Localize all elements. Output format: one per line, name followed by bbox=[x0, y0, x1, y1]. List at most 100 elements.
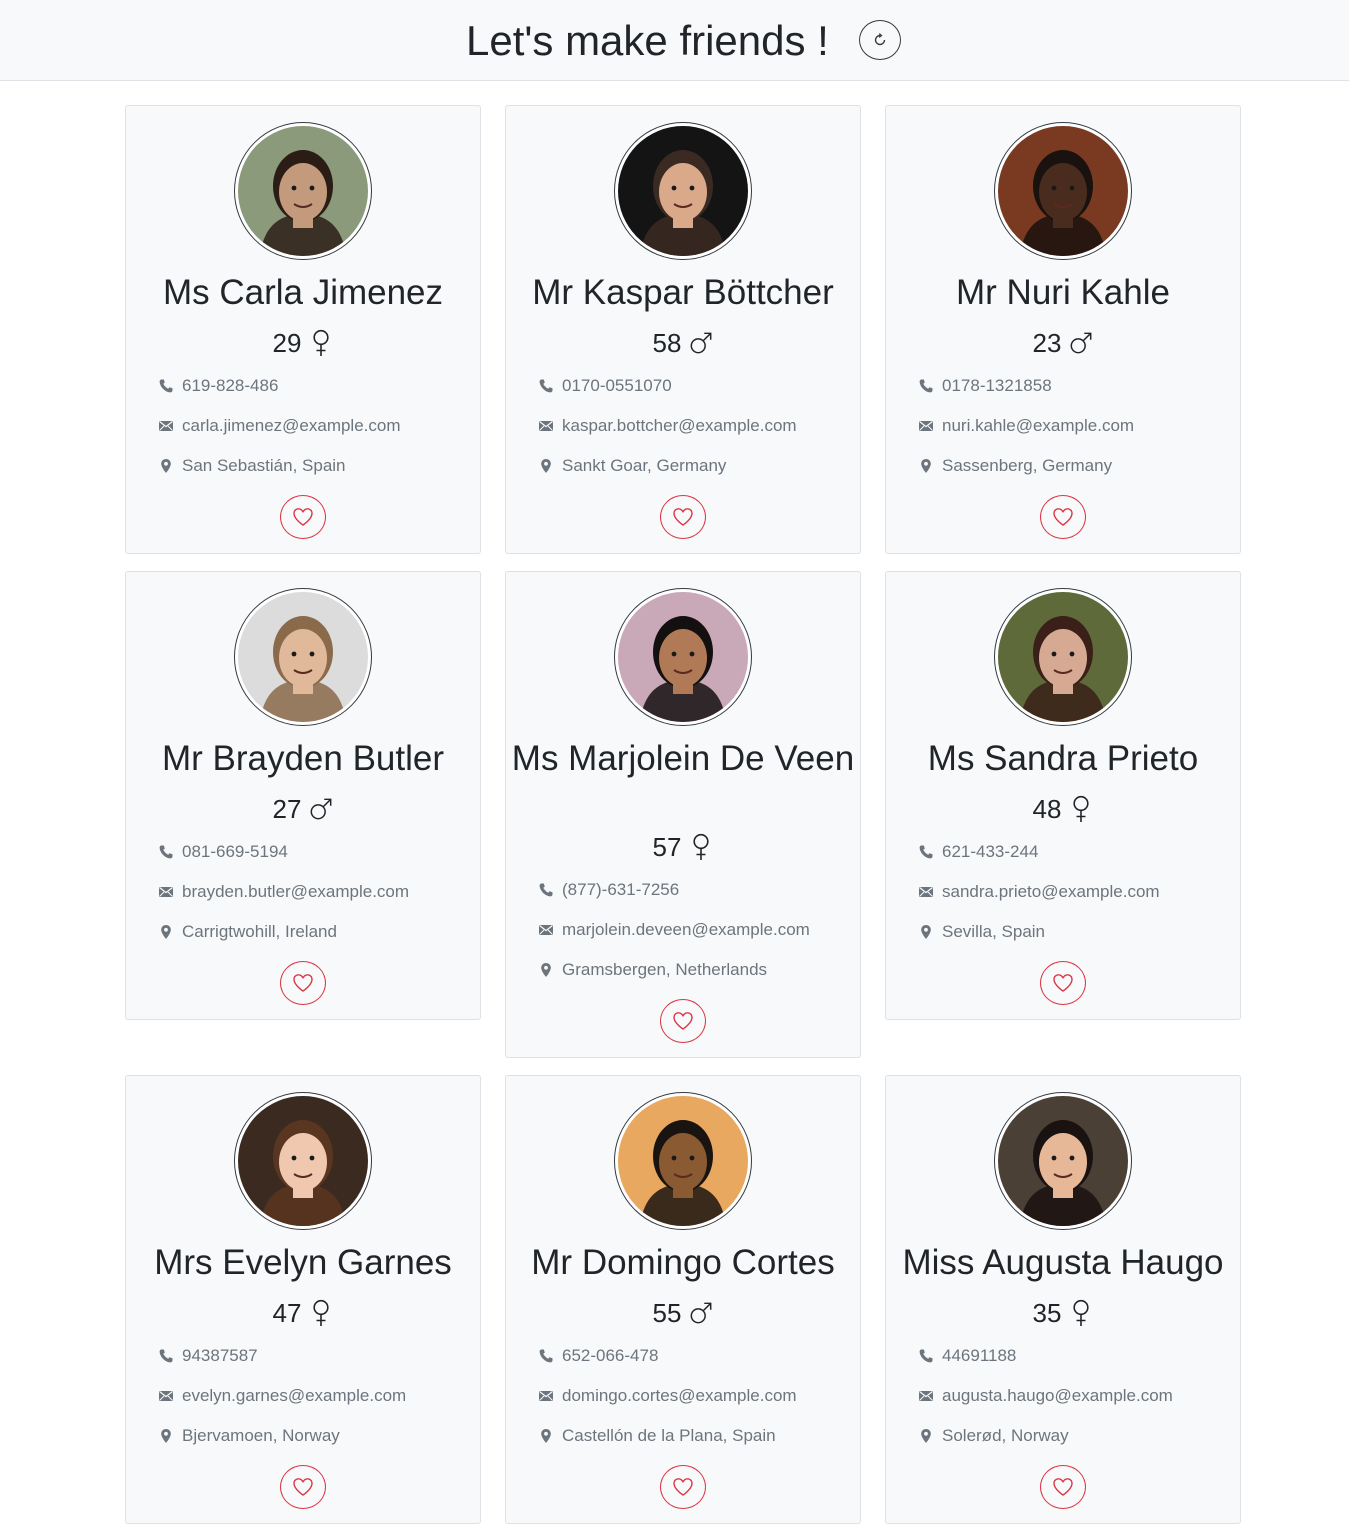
location-row: Sankt Goar, Germany bbox=[538, 455, 852, 477]
like-button[interactable] bbox=[280, 1465, 326, 1509]
friend-card: Mr Kaspar Böttcher 58 0170-0551070 kaspar.b… bbox=[505, 105, 861, 554]
friend-card: Mr Domingo Cortes 55 652-066-478 domingo.co… bbox=[505, 1075, 861, 1524]
female-symbol-icon bbox=[309, 329, 333, 357]
email-row: augusta.haugo@example.com bbox=[918, 1385, 1232, 1407]
avatar-image bbox=[238, 592, 368, 722]
map-marker-icon bbox=[918, 924, 934, 940]
male-symbol-icon bbox=[1069, 329, 1093, 357]
map-marker-icon bbox=[918, 458, 934, 474]
person-age: 35 bbox=[1032, 1298, 1062, 1328]
phone-icon bbox=[158, 378, 174, 394]
avatar bbox=[614, 1092, 752, 1230]
map-marker-icon bbox=[158, 1428, 174, 1444]
location-text: Sevilla, Spain bbox=[942, 922, 1046, 941]
location-row: Solerød, Norway bbox=[918, 1425, 1232, 1447]
phone-row: 94387587 bbox=[158, 1345, 472, 1367]
male-symbol-icon bbox=[689, 1299, 713, 1327]
friend-card: Mrs Evelyn Garnes 47 94387587 evelyn.garnes… bbox=[125, 1075, 481, 1524]
person-name: Ms Marjolein De Veen bbox=[511, 739, 855, 778]
heart-icon bbox=[672, 507, 694, 527]
avatar bbox=[614, 122, 752, 260]
avatar bbox=[614, 588, 752, 726]
email-row: evelyn.garnes@example.com bbox=[158, 1385, 472, 1407]
location-text: Carrigtwohill, Ireland bbox=[182, 922, 337, 941]
phone-icon bbox=[918, 378, 934, 394]
page-title: Let's make friends ! bbox=[466, 17, 829, 64]
phone-number: (877)-631-7256 bbox=[562, 880, 680, 899]
like-button[interactable] bbox=[660, 1465, 706, 1509]
friend-card: Mr Brayden Butler 27 081-669-5194 brayden.b… bbox=[125, 571, 481, 1020]
person-age: 23 bbox=[1032, 328, 1062, 358]
age-gender-row: 58 bbox=[506, 328, 860, 358]
age-gender-row: 27 bbox=[126, 794, 480, 824]
email-row: domingo.cortes@example.com bbox=[538, 1385, 852, 1407]
person-name: Mr Brayden Butler bbox=[161, 739, 445, 778]
envelope-icon bbox=[158, 884, 174, 900]
location-row: Castellón de la Plana, Spain bbox=[538, 1425, 852, 1447]
person-name: Mr Kaspar Böttcher bbox=[532, 273, 834, 312]
avatar bbox=[994, 588, 1132, 726]
friend-card: Ms Carla Jimenez 29 619-828-486 carla.jimen… bbox=[125, 105, 481, 554]
like-button[interactable] bbox=[660, 495, 706, 539]
female-symbol-icon bbox=[1069, 1299, 1093, 1327]
location-text: Gramsbergen, Netherlands bbox=[562, 960, 768, 979]
email-row: carla.jimenez@example.com bbox=[158, 415, 472, 437]
avatar bbox=[234, 122, 372, 260]
location-text: Castellón de la Plana, Spain bbox=[562, 1426, 776, 1445]
person-age: 47 bbox=[272, 1298, 302, 1328]
email-address: sandra.prieto@example.com bbox=[942, 882, 1160, 901]
email-row: kaspar.bottcher@example.com bbox=[538, 415, 852, 437]
person-name: Ms Carla Jimenez bbox=[162, 273, 444, 312]
heart-icon bbox=[1052, 507, 1074, 527]
person-age: 57 bbox=[652, 832, 682, 862]
email-address: evelyn.garnes@example.com bbox=[182, 1386, 407, 1405]
email-address: kaspar.bottcher@example.com bbox=[562, 416, 797, 435]
location-row: San Sebastián, Spain bbox=[158, 455, 472, 477]
like-button[interactable] bbox=[1040, 1465, 1086, 1509]
age-gender-row: 29 bbox=[126, 328, 480, 358]
heart-icon bbox=[292, 973, 314, 993]
person-age: 29 bbox=[272, 328, 302, 358]
avatar-image bbox=[618, 126, 748, 256]
like-button[interactable] bbox=[1040, 961, 1086, 1005]
phone-number: 619-828-486 bbox=[182, 376, 279, 395]
envelope-icon bbox=[538, 922, 554, 938]
envelope-icon bbox=[158, 1388, 174, 1404]
like-button[interactable] bbox=[280, 961, 326, 1005]
envelope-icon bbox=[918, 884, 934, 900]
location-row: Carrigtwohill, Ireland bbox=[158, 921, 472, 943]
avatar-image bbox=[238, 126, 368, 256]
heart-icon bbox=[292, 507, 314, 527]
email-address: carla.jimenez@example.com bbox=[182, 416, 401, 435]
avatar bbox=[994, 122, 1132, 260]
map-marker-icon bbox=[538, 962, 554, 978]
friend-card: Ms Marjolein De Veen 57 (877)-631-7256 marj… bbox=[505, 571, 861, 1058]
phone-icon bbox=[538, 1348, 554, 1364]
phone-row: 081-669-5194 bbox=[158, 841, 472, 863]
person-age: 27 bbox=[272, 794, 302, 824]
avatar-image bbox=[618, 1096, 748, 1226]
refresh-button[interactable] bbox=[859, 20, 901, 60]
like-button[interactable] bbox=[1040, 495, 1086, 539]
avatar-image bbox=[618, 592, 748, 722]
like-button[interactable] bbox=[280, 495, 326, 539]
location-row: Gramsbergen, Netherlands bbox=[538, 959, 852, 981]
female-symbol-icon bbox=[689, 833, 713, 861]
phone-row: 0178-1321858 bbox=[918, 375, 1232, 397]
avatar bbox=[994, 1092, 1132, 1230]
email-address: augusta.haugo@example.com bbox=[942, 1386, 1173, 1405]
like-button[interactable] bbox=[660, 999, 706, 1043]
phone-row: 621-433-244 bbox=[918, 841, 1232, 863]
map-marker-icon bbox=[538, 1428, 554, 1444]
person-age: 55 bbox=[652, 1298, 682, 1328]
male-symbol-icon bbox=[689, 329, 713, 357]
phone-number: 652-066-478 bbox=[562, 1346, 659, 1365]
location-text: Sassenberg, Germany bbox=[942, 456, 1113, 475]
location-row: Sassenberg, Germany bbox=[918, 455, 1232, 477]
map-marker-icon bbox=[918, 1428, 934, 1444]
person-age: 48 bbox=[1032, 794, 1062, 824]
person-name: Miss Augusta Haugo bbox=[902, 1243, 1224, 1282]
phone-row: 652-066-478 bbox=[538, 1345, 852, 1367]
phone-row: 619-828-486 bbox=[158, 375, 472, 397]
phone-icon bbox=[158, 844, 174, 860]
